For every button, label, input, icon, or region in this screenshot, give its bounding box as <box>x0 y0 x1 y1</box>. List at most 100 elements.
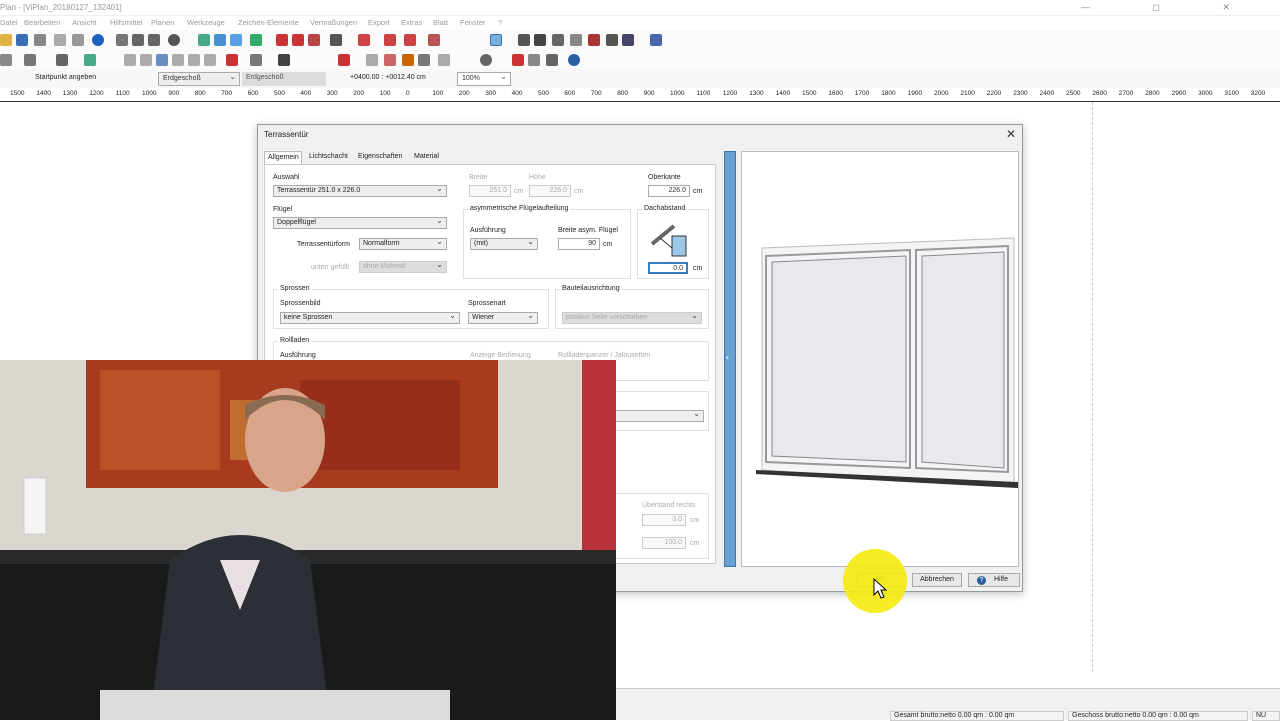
breite-asym-field[interactable]: 90 <box>558 238 600 250</box>
terrain-icon[interactable] <box>84 54 96 66</box>
hoehe2-field[interactable]: 100.0 <box>642 537 686 549</box>
menu-extras[interactable]: Extras <box>401 18 422 27</box>
tab-eigenschaften[interactable]: Eigenschaften <box>355 151 405 164</box>
door-tool-icon[interactable] <box>308 34 320 46</box>
stairs-icon[interactable] <box>358 34 370 46</box>
menu-fenster[interactable]: Fenster <box>460 18 485 27</box>
panel-splitter[interactable]: ‹ <box>724 151 736 567</box>
floor-select[interactable]: Erdgeschoß <box>158 72 240 86</box>
pencil-icon[interactable] <box>338 54 350 66</box>
rotate-icon[interactable] <box>168 34 180 46</box>
layer-4-icon[interactable] <box>172 54 184 66</box>
terrassentuerform-select[interactable]: Normalform <box>359 237 447 250</box>
list-icon[interactable] <box>606 34 618 46</box>
layer-2-icon[interactable] <box>140 54 152 66</box>
arc-icon[interactable] <box>384 54 396 66</box>
menu-export[interactable]: Export <box>368 18 390 27</box>
room-icon[interactable] <box>404 34 416 46</box>
info-icon[interactable] <box>92 34 104 46</box>
door-preview <box>741 151 1019 567</box>
help-button[interactable]: ? Hilfe <box>968 573 1020 587</box>
print-icon[interactable] <box>34 34 46 46</box>
menu-datei[interactable]: Datei <box>0 18 18 27</box>
sprossenart-select[interactable]: Wiener <box>468 311 538 324</box>
polygon-icon[interactable] <box>402 54 414 66</box>
hatch-icon[interactable] <box>552 34 564 46</box>
menu-bearbeiten[interactable]: Bearbeiten <box>24 18 60 27</box>
menu-vermassungen[interactable]: Vermaßungen <box>310 18 357 27</box>
home-icon[interactable] <box>24 54 36 66</box>
mirror-icon[interactable] <box>546 54 558 66</box>
cut-icon[interactable] <box>226 54 238 66</box>
layer-1-icon[interactable] <box>124 54 136 66</box>
delete-icon[interactable] <box>512 54 524 66</box>
ueberstand-rechts-field[interactable]: 3.0 <box>642 514 686 526</box>
render-icon[interactable] <box>622 34 634 46</box>
copy-icon[interactable] <box>54 34 66 46</box>
menu-help[interactable]: ? <box>498 18 502 27</box>
oberkante-field[interactable]: 226.0 <box>648 185 690 197</box>
grid-icon[interactable] <box>230 34 242 46</box>
text-icon[interactable] <box>534 34 546 46</box>
fluegel-select[interactable]: Doppelflügel <box>273 216 447 229</box>
menu-ansicht[interactable]: Ansicht <box>72 18 97 27</box>
paste-icon[interactable] <box>72 34 84 46</box>
tab-material[interactable]: Material <box>411 151 442 164</box>
menu-planen[interactable]: Planen <box>151 18 174 27</box>
bauteil-select[interactable]: positive Seite verschieben <box>562 311 702 324</box>
section-icon[interactable] <box>518 34 530 46</box>
pointer-icon[interactable] <box>0 54 12 66</box>
layer-3-icon[interactable] <box>156 54 168 66</box>
breite-field[interactable]: 251.0 <box>469 185 511 197</box>
unten-gefuellt-select[interactable]: ohne Material <box>359 260 447 273</box>
ausfuehrung-select[interactable]: (mit) <box>470 237 538 250</box>
close-icon[interactable]: ✕ <box>1006 127 1016 141</box>
save-icon[interactable] <box>16 34 28 46</box>
dimension-icon[interactable] <box>570 34 582 46</box>
move-icon[interactable] <box>528 54 540 66</box>
window-controls[interactable]: — ◻ ✕ <box>1081 2 1260 13</box>
wall-icon[interactable] <box>276 34 288 46</box>
hoehe-field[interactable]: 226.0 <box>529 185 571 197</box>
tab-allgemein[interactable]: Allgemein <box>264 151 302 164</box>
target-icon[interactable] <box>480 54 492 66</box>
zoom-window-icon[interactable] <box>116 34 128 46</box>
measure-icon[interactable] <box>250 34 262 46</box>
open-folder-icon[interactable] <box>0 34 12 46</box>
layer-5-icon[interactable] <box>188 54 200 66</box>
layer-6-icon[interactable] <box>204 54 216 66</box>
dachabstand-field[interactable]: 0.0 <box>648 262 688 274</box>
sprossenbild-select[interactable]: keine Sprossen <box>280 311 460 324</box>
window-tool-icon[interactable] <box>292 34 304 46</box>
auswahl-select[interactable]: Terrassentür 251.0 x 226.0 <box>273 184 447 197</box>
table-icon[interactable] <box>56 54 68 66</box>
3d-view-icon[interactable] <box>588 34 600 46</box>
menu-hilfsmittel[interactable]: Hilfsmittel <box>110 18 143 27</box>
snap-icon[interactable] <box>214 34 226 46</box>
bucket-icon[interactable] <box>278 54 290 66</box>
layer-icon[interactable] <box>198 34 210 46</box>
export-icon[interactable] <box>650 34 662 46</box>
coordinates-readout: +0400.00 : +0012.40 cm <box>350 74 426 81</box>
tab-lichtschacht[interactable]: Lichtschacht <box>306 151 351 164</box>
menu-werkzeuge[interactable]: Werkzeuge <box>187 18 225 27</box>
extra-select[interactable] <box>614 409 704 422</box>
column-icon[interactable] <box>384 34 396 46</box>
menu-blatt[interactable]: Blatt <box>433 18 448 27</box>
floor-label: Erdgeschoß <box>242 72 326 86</box>
zoom-in-icon[interactable] <box>132 34 144 46</box>
line-icon[interactable] <box>366 54 378 66</box>
object-icon[interactable] <box>428 34 440 46</box>
menu-zeichen-elemente[interactable]: Zeichen-Elemente <box>238 18 299 27</box>
circle-icon[interactable] <box>438 54 450 66</box>
rectangle-icon[interactable] <box>418 54 430 66</box>
view-2d-icon[interactable] <box>490 34 502 46</box>
cancel-button[interactable]: Abbrechen <box>912 573 962 587</box>
collapse-icon[interactable]: ‹ <box>726 352 729 362</box>
zoom-out-icon[interactable] <box>148 34 160 46</box>
brush-icon[interactable] <box>250 54 262 66</box>
roof-icon[interactable] <box>330 34 342 46</box>
breite-asym-label: Breite asym. Flügel <box>558 227 618 234</box>
euro-icon[interactable] <box>568 54 580 66</box>
zoom-select[interactable]: 100% <box>457 72 511 86</box>
